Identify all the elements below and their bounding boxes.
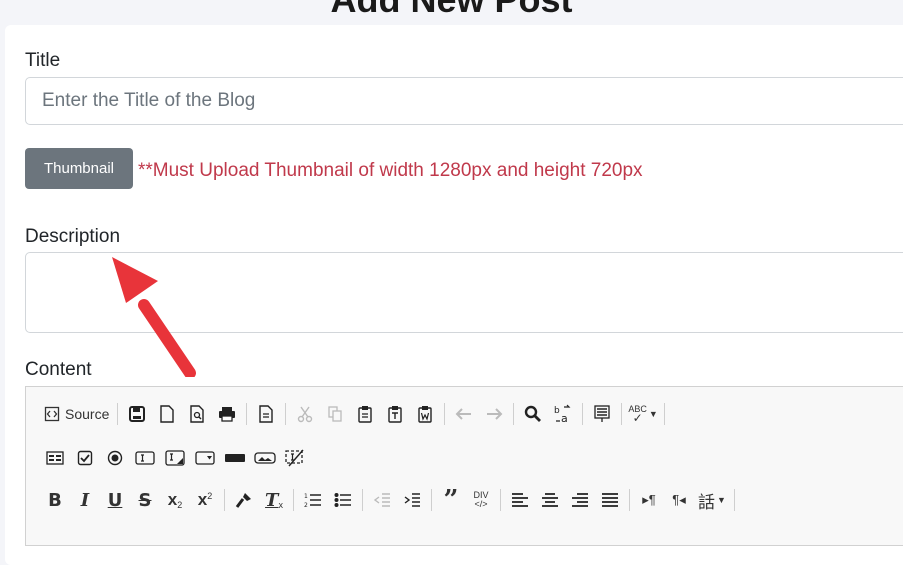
div-icon[interactable]: DIV </> [466,486,496,514]
numbered-list-icon[interactable]: 12 [298,486,328,514]
find-icon[interactable] [518,400,548,428]
language-icon: 話 [698,492,715,512]
source-icon [44,406,60,422]
superscript-icon[interactable]: x2 [190,486,220,514]
save-icon[interactable] [122,400,152,428]
source-label: Source [65,406,110,422]
underline-icon[interactable]: U [100,486,130,514]
title-input[interactable] [25,77,903,125]
toolbar-separator [629,489,630,511]
align-left-icon[interactable] [505,486,535,514]
blockquote-icon[interactable]: ” [436,485,466,515]
bulleted-list-icon[interactable] [328,486,358,514]
spellcheck-button[interactable]: ABC ✓ ▼ [626,400,659,428]
toolbar-separator [431,489,432,511]
italic-icon[interactable]: I [70,486,100,514]
toolbar-separator [663,403,665,425]
checkmark-icon: ✓ [632,411,643,425]
toolbar-separator [621,403,623,425]
language-button[interactable]: 話 ▼ [694,486,730,514]
source-button[interactable]: Source [40,400,113,428]
indent-icon[interactable] [397,486,427,514]
toolbar-separator [500,489,501,511]
align-center-icon[interactable] [535,486,565,514]
copy-format-icon[interactable] [229,486,259,514]
form-icon[interactable] [40,444,70,472]
svg-text:2: 2 [304,502,308,508]
description-label: Description [25,226,121,247]
paste-word-icon[interactable] [410,400,440,428]
rtl-icon[interactable]: ¶◂ [664,486,694,514]
new-page-icon[interactable] [152,400,182,428]
code-brackets-icon: </> [474,499,488,509]
select-icon[interactable] [190,444,220,472]
toolbar-row-1: Source ba ABC ✓ ▼ [40,399,669,429]
strike-icon[interactable]: S [130,486,160,514]
select-all-icon[interactable] [587,400,617,428]
subscript-icon[interactable]: x2 [160,486,190,514]
thumbnail-note: **Must Upload Thumbnail of width 1280px … [138,160,643,181]
print-icon[interactable] [212,400,242,428]
svg-text:a: a [561,412,568,424]
templates-icon[interactable] [251,400,281,428]
content-label: Content [25,359,92,380]
paste-icon[interactable] [350,400,380,428]
page-title: Add New Post [0,0,903,22]
align-right-icon[interactable] [565,486,595,514]
image-button-icon[interactable] [250,444,280,472]
rich-text-editor: Source ba ABC ✓ ▼ B I U S x 2 x 2 T x 1 … [25,386,903,546]
hidden-field-icon[interactable] [280,444,310,472]
remove-format-icon[interactable]: Tx [259,486,289,514]
toolbar-separator [444,403,446,425]
toolbar-separator [285,403,287,425]
undo-icon[interactable] [449,400,479,428]
toolbar-separator [733,489,735,511]
checkbox-icon[interactable] [70,444,100,472]
toolbar-separator [293,489,294,511]
toolbar-separator [224,489,225,511]
text-field-icon[interactable] [130,444,160,472]
outdent-icon[interactable] [367,486,397,514]
toolbar-row-2 [40,443,310,473]
chevron-down-icon: ▼ [648,409,658,419]
paste-text-icon[interactable] [380,400,410,428]
copy-icon[interactable] [320,400,350,428]
replace-icon[interactable]: ba [548,400,578,428]
toolbar-separator [362,489,363,511]
title-label: Title [25,50,61,71]
chevron-down-icon: ▼ [717,495,726,505]
textarea-icon[interactable] [160,444,190,472]
svg-text:b: b [554,406,560,416]
ltr-icon[interactable]: ▸¶ [634,486,664,514]
annotation-arrow-icon [112,257,196,377]
toolbar-separator [246,403,248,425]
toolbar-separator [117,403,119,425]
svg-text:1: 1 [304,493,308,500]
toolbar-row-3: B I U S x2 x2 Tx 12 ” DIV </> ▸¶ ¶◂ 話 ▼ [40,485,739,515]
redo-icon[interactable] [479,400,509,428]
toolbar-separator [513,403,515,425]
cut-icon[interactable] [290,400,320,428]
bold-icon[interactable]: B [40,486,70,514]
button-icon[interactable] [220,444,250,472]
radio-icon[interactable] [100,444,130,472]
preview-icon[interactable] [182,400,212,428]
thumbnail-button[interactable]: Thumbnail [25,148,133,189]
justify-icon[interactable] [595,486,625,514]
toolbar-separator [582,403,584,425]
spellcheck-icon: ABC ✓ [628,405,647,425]
